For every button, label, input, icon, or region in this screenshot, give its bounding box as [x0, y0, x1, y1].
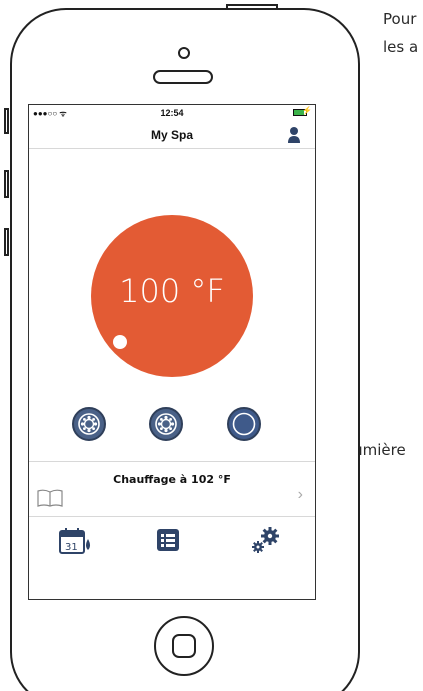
- heating-status-row[interactable]: Chauffage à 102 °F ›: [29, 461, 315, 517]
- volume-down-button: [4, 228, 9, 256]
- jet-1-button[interactable]: [72, 407, 106, 441]
- front-camera: [178, 47, 190, 59]
- earpiece-speaker: [153, 70, 213, 84]
- settings-icon[interactable]: [250, 527, 280, 555]
- tab-bar: 31: [29, 517, 315, 599]
- jet-icon: [155, 413, 177, 435]
- app-screen: ●●●○○ ᯤ 12:54 ⚡ My Spa 100 °F Chauffage …: [28, 104, 316, 600]
- mute-switch: [4, 108, 9, 134]
- page-title: My Spa: [150, 128, 193, 142]
- chevron-right-icon: ›: [297, 486, 303, 503]
- jet-2-button[interactable]: [149, 407, 183, 441]
- annotation-top-line1: Pour: [383, 10, 417, 28]
- list-icon[interactable]: [155, 527, 181, 553]
- status-time: 12:54: [160, 108, 184, 118]
- navigation-bar: My Spa: [29, 121, 315, 149]
- annotation-top-line2: les a: [383, 38, 419, 56]
- bolt-icon: ⚡: [302, 106, 312, 115]
- temperature-knob[interactable]: [113, 335, 127, 349]
- user-icon[interactable]: [287, 126, 301, 144]
- light-button[interactable]: [227, 407, 261, 441]
- temperature-readout: 100 °F: [119, 272, 225, 310]
- light-icon: [232, 412, 256, 436]
- status-bar: ●●●○○ ᯤ 12:54 ⚡: [29, 105, 315, 121]
- jet-icon: [78, 413, 100, 435]
- temperature-dial[interactable]: 100 °F: [91, 215, 253, 377]
- home-button-inner: [172, 634, 196, 658]
- home-button[interactable]: [154, 616, 214, 676]
- calendar-day: 31: [65, 542, 78, 553]
- heating-label: Chauffage à 102 °F: [113, 473, 231, 486]
- volume-up-button: [4, 170, 9, 198]
- calendar-icon[interactable]: 31: [59, 527, 93, 555]
- book-icon: [37, 489, 63, 507]
